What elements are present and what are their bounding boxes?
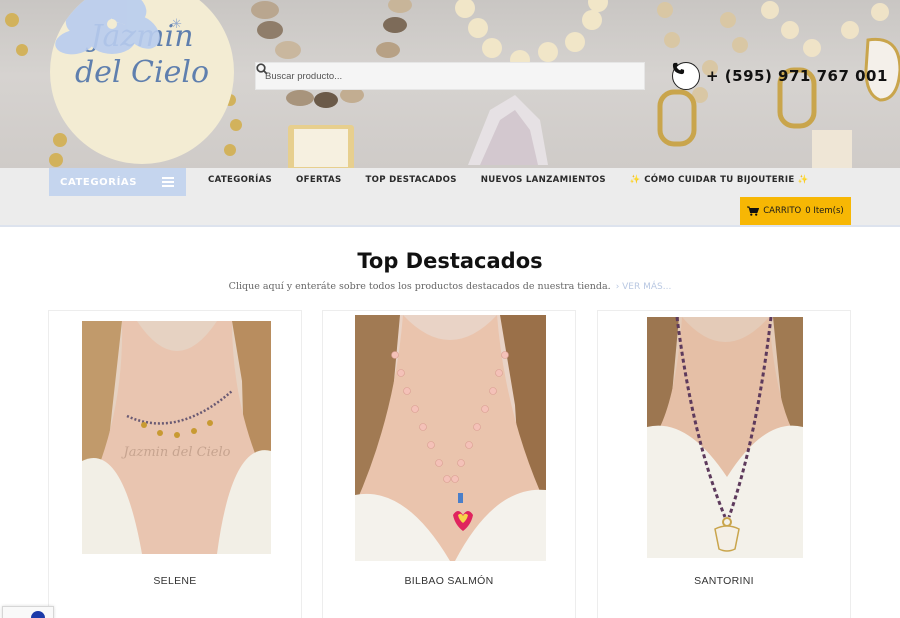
phone-icon bbox=[672, 62, 700, 90]
sparkle-icon: ✨ bbox=[629, 175, 641, 185]
product-name[interactable]: SANTORINI bbox=[598, 575, 850, 587]
sparkle-icon: ✨ bbox=[797, 175, 809, 185]
search-icon[interactable] bbox=[256, 63, 644, 89]
cart-count: 0 Item(s) bbox=[805, 206, 844, 216]
nav-item-categorias[interactable]: CATEGORÍAS bbox=[196, 175, 284, 185]
flower-icon bbox=[55, 0, 160, 55]
section-title: Top Destacados bbox=[357, 249, 543, 273]
phone-number: + (595) 971 767 001 bbox=[706, 67, 888, 85]
cart-label: CARRITO bbox=[763, 206, 802, 216]
categories-menu-label: CATEGORÍAS bbox=[60, 176, 138, 188]
product-image[interactable] bbox=[355, 315, 546, 561]
product-card[interactable]: BILBAO SALMÓN bbox=[322, 310, 576, 618]
sparkle-icon: ✳ bbox=[171, 16, 182, 31]
product-card[interactable]: Jazmin del Cielo SELENE bbox=[48, 310, 302, 618]
nav-item-cuidado-label: CÓMO CUIDAR TU BIJOUTERIE bbox=[644, 175, 795, 185]
nav-links: CATEGORÍAS OFERTAS TOP DESTACADOS NUEVOS… bbox=[196, 168, 821, 192]
product-name[interactable]: SELENE bbox=[49, 575, 301, 587]
section-subtitle-text: Clique aquí y enteráte sobre todos los p… bbox=[228, 281, 611, 292]
recaptcha-badge[interactable] bbox=[2, 606, 54, 618]
svg-text:Jazmin del Cielo: Jazmin del Cielo bbox=[121, 445, 231, 460]
logo-text-line2: del Cielo bbox=[74, 55, 210, 90]
main-navigation: CATEGORÍAS CATEGORÍAS OFERTAS TOP DESTAC… bbox=[0, 168, 900, 227]
cart-icon bbox=[747, 206, 760, 216]
hamburger-menu-icon bbox=[162, 177, 174, 187]
categories-menu-button[interactable]: CATEGORÍAS bbox=[49, 168, 186, 196]
nav-item-cuidado-bijouterie[interactable]: ✨ CÓMO CUIDAR TU BIJOUTERIE ✨ bbox=[618, 175, 821, 185]
product-image[interactable]: Jazmin del Cielo bbox=[82, 321, 271, 554]
cart-button[interactable]: CARRITO 0 Item(s) bbox=[740, 197, 851, 225]
nav-item-top-destacados[interactable]: TOP DESTACADOS bbox=[353, 175, 468, 185]
section-subtitle: Clique aquí y enteráte sobre todos los p… bbox=[0, 281, 900, 292]
contact-phone[interactable]: + (595) 971 767 001 bbox=[672, 62, 888, 90]
search-bar bbox=[255, 62, 645, 90]
product-image[interactable] bbox=[647, 317, 803, 558]
header-banner: Jazmin del Cielo ✳ bbox=[0, 0, 900, 168]
product-name[interactable]: BILBAO SALMÓN bbox=[323, 575, 575, 587]
nav-item-nuevos-lanzamientos[interactable]: NUEVOS LANZAMIENTOS bbox=[469, 175, 618, 185]
nav-item-ofertas[interactable]: OFERTAS bbox=[284, 175, 353, 185]
see-more-link[interactable]: › VER MÁS... bbox=[616, 282, 672, 292]
product-card[interactable]: SANTORINI bbox=[597, 310, 851, 618]
search-input[interactable] bbox=[265, 63, 614, 89]
recaptcha-icon bbox=[31, 611, 45, 618]
